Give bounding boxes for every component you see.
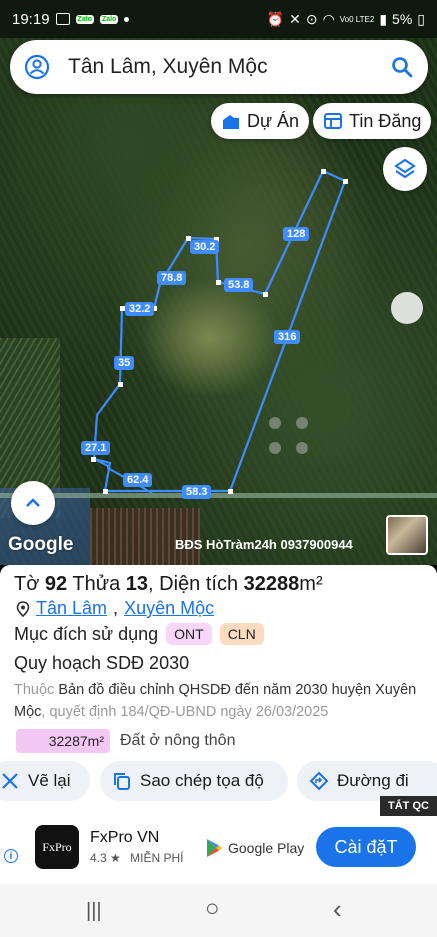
listing-icon bbox=[324, 113, 342, 129]
ad-price: MIỄN PHÍ bbox=[130, 851, 184, 865]
district-link[interactable]: Xuyên Mộc bbox=[124, 598, 214, 619]
edge-label: 32.2 bbox=[125, 302, 155, 316]
location-separator: , bbox=[113, 598, 119, 618]
purpose-badge-cln[interactable]: CLN bbox=[219, 623, 264, 645]
directions-icon bbox=[309, 771, 329, 791]
notification-dot-icon bbox=[124, 16, 130, 22]
ad-rating-value: 4.3 ★ bbox=[90, 851, 121, 865]
parcel-info-panel: Tờ 92 Thửa 13, Diện tích 32288m² Tân Lâm… bbox=[0, 565, 437, 805]
map-drag-handle[interactable] bbox=[391, 292, 423, 324]
directions-label: Đường đi bbox=[337, 771, 409, 790]
google-play-icon bbox=[207, 839, 222, 857]
du-an-chip[interactable]: Dự Án bbox=[211, 103, 310, 139]
account-circle-icon[interactable] bbox=[24, 54, 50, 80]
google-play-badge: Google Play bbox=[205, 838, 304, 858]
edge-label: 62.4 bbox=[123, 473, 153, 487]
google-logo: Google bbox=[8, 534, 74, 555]
edge-label: 58.3 bbox=[182, 485, 212, 499]
alarm-icon: ⏰ bbox=[266, 10, 285, 27]
ad-banner[interactable]: i FxPro FxPro VN 4.3 ★ MIỄN PHÍ Google P… bbox=[0, 805, 437, 884]
expand-up-button[interactable] bbox=[11, 481, 55, 525]
signal-icon: ▮ bbox=[379, 10, 388, 27]
to-number: 92 bbox=[44, 573, 68, 595]
plan-description: Thuộc Bản đồ điều chỉnh QHSDĐ đến năm 20… bbox=[14, 679, 424, 723]
purpose-label: Mục đích sử dụng bbox=[14, 623, 159, 644]
copy-coordinates-label: Sao chép tọa độ bbox=[140, 771, 264, 790]
area-value: 32288 bbox=[243, 573, 300, 595]
du-an-label: Dự Án bbox=[247, 110, 300, 131]
network-label: Vo0 LTE2 bbox=[339, 14, 375, 24]
search-icon[interactable] bbox=[390, 55, 414, 79]
edge-label: 53.8 bbox=[224, 278, 254, 292]
edge-label: 30.2 bbox=[190, 240, 220, 254]
edge-label: 35 bbox=[114, 356, 135, 370]
copy-coordinates-button[interactable]: Sao chép tọa độ bbox=[100, 761, 288, 801]
edge-label: 27.1 bbox=[81, 441, 111, 455]
location-icon: ⊙ bbox=[305, 10, 318, 27]
desc-decision: , quyết định 184/QĐ-UBND ngày 26/03/2025 bbox=[41, 704, 329, 720]
purpose-badge-ont[interactable]: ONT bbox=[166, 623, 212, 645]
layers-button[interactable] bbox=[383, 147, 427, 191]
zalo-icon: Zalo bbox=[75, 14, 94, 24]
action-row: Vẽ lại Sao chép tọa độ Đường đi bbox=[0, 761, 437, 805]
tools-icon bbox=[2, 773, 18, 789]
battery-level: 5% bbox=[392, 11, 413, 27]
battery-icon: ▯ bbox=[417, 10, 425, 27]
close-ad-button[interactable]: TẮT QC bbox=[380, 796, 437, 816]
android-nav-bar: ||| ○ ‹ bbox=[0, 884, 437, 937]
location-line: Tân Lâm, Xuyên Mộc bbox=[16, 598, 214, 619]
directions-button[interactable]: Đường đi bbox=[297, 761, 437, 801]
edge-label: 128 bbox=[283, 227, 310, 241]
building-icon bbox=[223, 115, 239, 129]
ad-info-icon[interactable]: i bbox=[4, 849, 18, 863]
area-unit: m² bbox=[299, 573, 323, 595]
tin-dang-chip[interactable]: Tin Đăng bbox=[313, 103, 432, 139]
ad-app-name: FxPro VN bbox=[90, 829, 160, 846]
home-button[interactable]: ○ bbox=[205, 895, 220, 923]
status-bar: 19:19 Zalo Zalo ⏰ ✕ ⊙ ◠ Vo0 LTE2 ▮ 5% ▯ bbox=[0, 0, 437, 38]
tin-dang-label: Tin Đăng bbox=[349, 110, 422, 131]
parcel-title: Tờ 92 Thửa 13, Diện tích 32288m² bbox=[14, 573, 323, 595]
copy-icon bbox=[114, 773, 130, 790]
commune-link[interactable]: Tân Lâm bbox=[36, 598, 107, 619]
google-play-label: Google Play bbox=[228, 840, 305, 856]
to-prefix: Tờ bbox=[14, 573, 40, 595]
search-input[interactable]: Tân Lâm, Xuyên Mộc bbox=[68, 55, 390, 79]
status-time: 19:19 bbox=[12, 10, 50, 28]
wifi-icon: ◠ bbox=[322, 10, 335, 27]
chevron-up-icon bbox=[26, 498, 40, 507]
install-button[interactable]: Cài đặT bbox=[316, 827, 416, 867]
land-type-label: Đất ở nông thôn bbox=[120, 732, 236, 749]
map-watermark: BĐS HòTràm24h 0937900944 bbox=[175, 537, 353, 552]
area-prefix: Diện tích bbox=[159, 573, 239, 595]
ad-rating: 4.3 ★ MIỄN PHÍ bbox=[90, 851, 183, 865]
layers-icon bbox=[394, 158, 416, 179]
land-type-row: 32287m² Đất ở nông thôn bbox=[16, 729, 235, 753]
search-bar[interactable]: Tân Lâm, Xuyên Mộc bbox=[10, 40, 428, 94]
user-avatar[interactable] bbox=[386, 515, 428, 555]
redraw-button[interactable]: Vẽ lại bbox=[0, 761, 90, 801]
desc-prefix: Thuộc bbox=[14, 682, 55, 698]
mute-icon: ✕ bbox=[289, 10, 301, 27]
zalo-icon-2: Zalo bbox=[99, 14, 119, 24]
pin-icon bbox=[16, 600, 30, 617]
land-type-area: 32287m² bbox=[16, 729, 110, 753]
thua-number: 13 bbox=[125, 573, 149, 595]
redraw-label: Vẽ lại bbox=[28, 771, 71, 790]
fxpro-logo: FxPro bbox=[35, 825, 79, 869]
back-button[interactable]: ‹ bbox=[333, 894, 342, 925]
recent-apps-button[interactable]: ||| bbox=[86, 900, 102, 923]
edge-label: 78.8 bbox=[157, 271, 187, 285]
edge-label: 316 bbox=[274, 330, 301, 344]
purpose-line: Mục đích sử dụng ONT CLN bbox=[14, 623, 264, 645]
thua-prefix: Thửa bbox=[72, 573, 121, 595]
gallery-icon bbox=[55, 13, 70, 25]
plan-title: Quy hoạch SDĐ 2030 bbox=[14, 653, 190, 673]
